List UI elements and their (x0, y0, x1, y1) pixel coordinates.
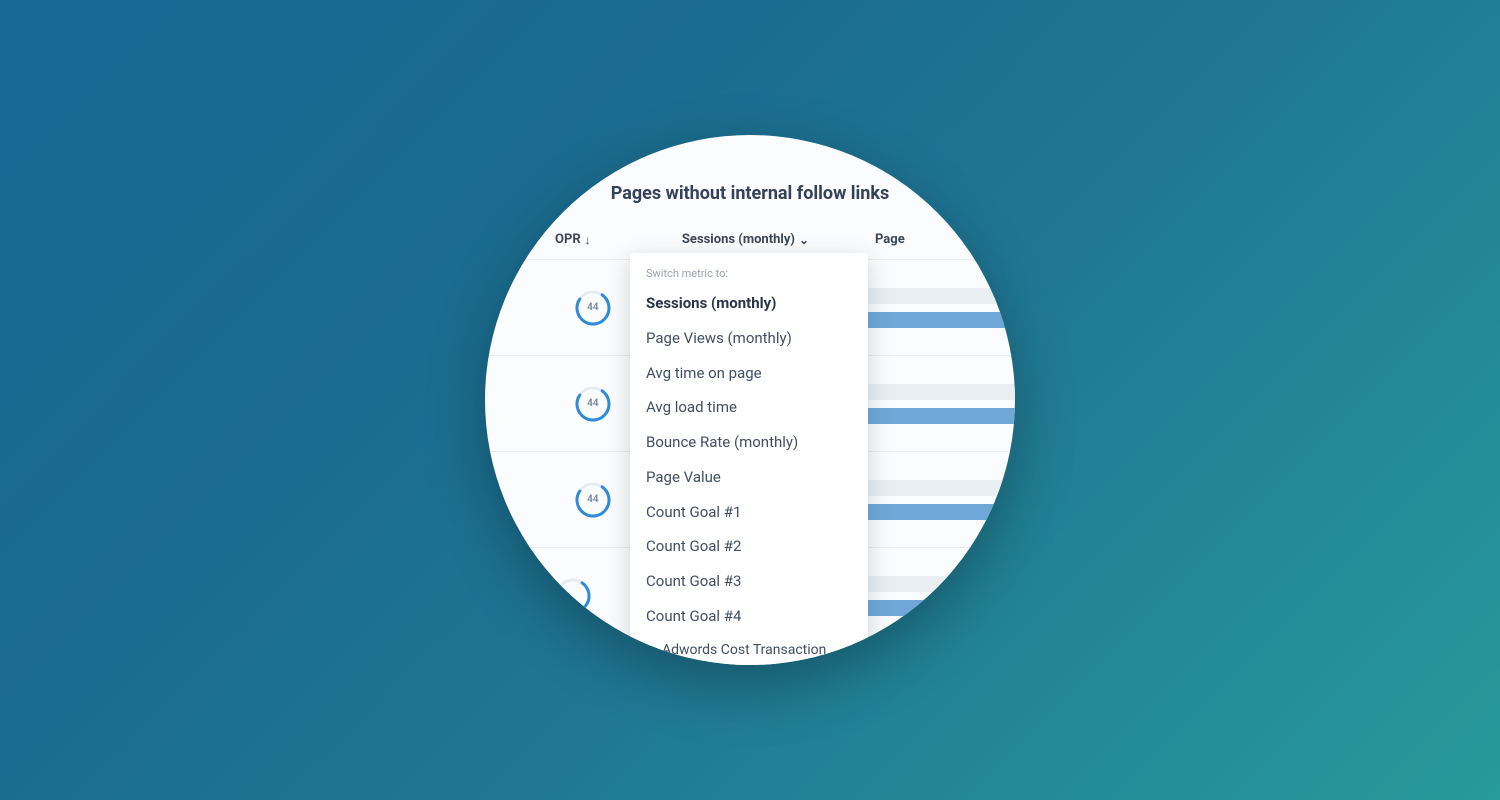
ring-icon (574, 481, 612, 519)
col-opr-label: OPR (555, 232, 581, 247)
sort-descending-icon: ↓ (585, 233, 591, 247)
ring-icon (554, 577, 592, 615)
opr-cell: 44 (555, 289, 631, 327)
dropdown-item-count-goal-2[interactable]: Count Goal #2 (630, 529, 868, 564)
dropdown-item-count-goal-4[interactable]: Count Goal #4 (630, 599, 868, 634)
dropdown-item-avg-time-on-page[interactable]: Avg time on page (630, 356, 868, 391)
dropdown-item-bounce-rate-monthly[interactable]: Bounce Rate (monthly) (630, 425, 868, 460)
dropdown-label: Switch metric to: (630, 267, 868, 286)
column-header-sessions[interactable]: Sessions (monthly) ⌄ (655, 232, 835, 247)
opr-gauge: 44 (574, 289, 612, 327)
ring-icon (574, 385, 612, 423)
dropdown-item-count-goal-1[interactable]: Count Goal #1 (630, 495, 868, 530)
chevron-down-icon: ⌄ (799, 233, 809, 247)
report-panel: Pages without internal follow links OPR … (485, 135, 1015, 665)
dropdown-item-count-goal-3[interactable]: Count Goal #3 (630, 564, 868, 599)
report-title: Pages without internal follow links (485, 183, 1015, 204)
dropdown-item-sessions-monthly[interactable]: Sessions (monthly) (630, 286, 868, 321)
metric-dropdown: Switch metric to: Sessions (monthly) Pag… (630, 253, 868, 665)
opr-gauge (554, 577, 592, 615)
opr-gauge: 44 (574, 481, 612, 519)
column-header-opr[interactable]: OPR ↓ (555, 232, 655, 247)
col-page-label: Page (875, 232, 905, 247)
column-header-page[interactable]: Page (835, 232, 975, 247)
opr-cell (555, 577, 631, 615)
feature-circle: Pages without internal follow links OPR … (485, 135, 1015, 665)
col-sessions-label: Sessions (monthly) (682, 232, 795, 247)
dropdown-item-page-value[interactable]: Page Value (630, 460, 868, 495)
dropdown-item-avg-load-time[interactable]: Avg load time (630, 390, 868, 425)
dropdown-item-page-views-monthly[interactable]: Page Views (monthly) (630, 321, 868, 356)
opr-cell: 44 (555, 481, 631, 519)
opr-gauge: 44 (574, 385, 612, 423)
dropdown-item-adwords-cost-transaction[interactable]: Adwords Cost Transaction (630, 634, 868, 666)
ring-icon (574, 289, 612, 327)
opr-cell: 44 (555, 385, 631, 423)
